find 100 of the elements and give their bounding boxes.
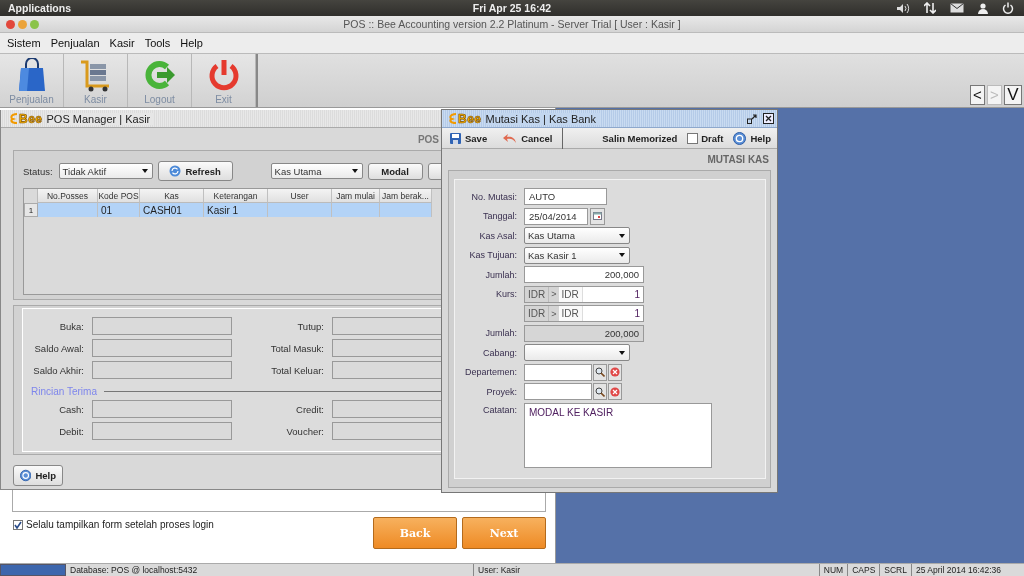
- field-label: Credit:: [295, 403, 324, 415]
- applications-menu[interactable]: Applications: [0, 2, 71, 14]
- column-header[interactable]: Keterangan: [204, 189, 268, 203]
- notes-field[interactable]: MODAL KE KASIR: [524, 402, 712, 468]
- clear-icon: [610, 386, 620, 397]
- checkbox[interactable]: [687, 132, 699, 144]
- menu-item[interactable]: Penjualan: [45, 37, 105, 49]
- checkbox-label: Selalu tampilkan form setelah proses login: [26, 519, 214, 530]
- caret-icon: [619, 350, 625, 355]
- database-status: Database: POS @ localhost:5432: [66, 564, 474, 576]
- window-title: POS :: Bee Accounting version 2.2 Platinum - Server Trial [ User : Kasir ]: [343, 18, 681, 30]
- help-button[interactable]: Help: [13, 465, 63, 486]
- calendar-button[interactable]: [590, 207, 605, 225]
- arrow-sign: >: [549, 306, 559, 322]
- field-label: Saldo Awal:: [33, 342, 84, 354]
- power-icon[interactable]: [1002, 2, 1014, 14]
- search-icon: [595, 386, 605, 397]
- section-title: Rincian Terima: [31, 386, 97, 397]
- date-time: 25 April 2014 16:42:36: [915, 564, 1003, 576]
- clock[interactable]: Fri Apr 25 16:42: [472, 2, 552, 14]
- volume-icon[interactable]: [896, 2, 910, 14]
- input-field[interactable]: [92, 400, 232, 418]
- currency-code: IDR: [558, 306, 583, 322]
- caret-icon: [141, 169, 148, 173]
- search-icon: [595, 367, 605, 378]
- input-field[interactable]: [332, 361, 441, 379]
- field-label: Jumlah:: [484, 328, 517, 339]
- input-field[interactable]: [92, 422, 232, 440]
- field-label: Departemen:: [463, 367, 517, 378]
- search-button[interactable]: [593, 363, 607, 381]
- input-field[interactable]: [524, 383, 592, 401]
- nav-button[interactable]: V: [1004, 85, 1022, 105]
- field-label: Kas Asal:: [478, 230, 517, 241]
- menu-item[interactable]: Tools: [139, 37, 176, 49]
- input-field[interactable]: [92, 361, 232, 379]
- input-field[interactable]: AUTO: [524, 188, 607, 206]
- table-row[interactable]: 1 01 CASH01 Kasir 1: [24, 203, 441, 217]
- salin-memorized-button[interactable]: Salin Memorized: [598, 132, 682, 144]
- input-field[interactable]: [332, 400, 441, 418]
- help-icon: [733, 131, 747, 145]
- field-label: Kurs:: [495, 289, 517, 300]
- checkbox[interactable]: [13, 519, 23, 530]
- dropdown[interactable]: Kas Utama: [524, 227, 630, 245]
- column-header[interactable]: No.Posses: [38, 189, 98, 203]
- field-label: Jumlah:: [484, 269, 517, 280]
- menu-item[interactable]: Sistem: [2, 37, 46, 49]
- rate-value[interactable]: 1: [582, 286, 643, 302]
- rate-value[interactable]: 1: [582, 306, 643, 322]
- minimize-button[interactable]: [18, 19, 27, 29]
- caret-icon: [351, 169, 358, 173]
- input-field[interactable]: [332, 317, 441, 335]
- dropdown[interactable]: [524, 344, 630, 362]
- input-field[interactable]: [92, 339, 232, 357]
- input-field[interactable]: [524, 363, 592, 381]
- menu-item[interactable]: Kasir: [104, 37, 140, 49]
- column-header[interactable]: Jam berak...: [380, 189, 432, 203]
- close-button[interactable]: [6, 19, 15, 29]
- column-header[interactable]: Kode POS: [98, 189, 140, 203]
- status-dropdown[interactable]: Tidak Aktif: [58, 163, 153, 179]
- close-icon[interactable]: [763, 113, 774, 124]
- input-field[interactable]: [332, 339, 441, 357]
- calendar-icon: [593, 212, 602, 221]
- modal-button[interactable]: Modal: [367, 162, 423, 180]
- column-header[interactable]: Jam mulai: [332, 189, 380, 203]
- search-button[interactable]: [593, 383, 607, 401]
- field-label: No. Mutasi:: [470, 191, 517, 202]
- column-header[interactable]: Kas: [140, 189, 204, 203]
- refresh-button[interactable]: Refresh: [157, 161, 233, 181]
- field-label: Debit:: [58, 425, 84, 437]
- clear-button[interactable]: [608, 363, 622, 381]
- nav-button[interactable]: <: [970, 85, 985, 105]
- rate-field[interactable]: IDR > IDR 1: [524, 305, 644, 323]
- save-button[interactable]: Save: [442, 132, 496, 144]
- input-field[interactable]: 200,000: [524, 266, 644, 284]
- clear-button[interactable]: [608, 383, 622, 401]
- currency-code: IDR: [558, 286, 583, 302]
- restore-icon[interactable]: [747, 113, 757, 124]
- network-icon[interactable]: [924, 2, 936, 14]
- arrow-sign: >: [549, 286, 559, 302]
- field-label: Cabang:: [481, 347, 517, 358]
- date-field[interactable]: 25/04/2014: [524, 207, 588, 225]
- mail-icon[interactable]: [950, 3, 964, 13]
- help-button[interactable]: Help: [729, 131, 771, 145]
- heading: MUTASI KAS: [707, 154, 769, 165]
- column-header[interactable]: User: [268, 189, 332, 203]
- table-cell: Kasir 1: [204, 203, 268, 217]
- menu-item[interactable]: Help: [175, 37, 208, 49]
- field-label: Catatan:: [481, 403, 517, 415]
- field-label: Status:: [23, 165, 53, 177]
- rate-field[interactable]: IDR > IDR 1: [524, 285, 644, 303]
- cash-dropdown[interactable]: Kas Utama: [270, 163, 363, 179]
- field-label: Tanggal:: [481, 211, 517, 222]
- help-icon: [20, 469, 32, 482]
- currency-code: IDR: [525, 286, 550, 302]
- user-icon[interactable]: [978, 2, 988, 14]
- cancel-button[interactable]: Cancel: [495, 132, 561, 144]
- dropdown[interactable]: Kas Kasir 1: [524, 246, 630, 264]
- input-field[interactable]: [332, 422, 441, 440]
- input-field[interactable]: [92, 317, 232, 335]
- table-cell: [332, 203, 380, 217]
